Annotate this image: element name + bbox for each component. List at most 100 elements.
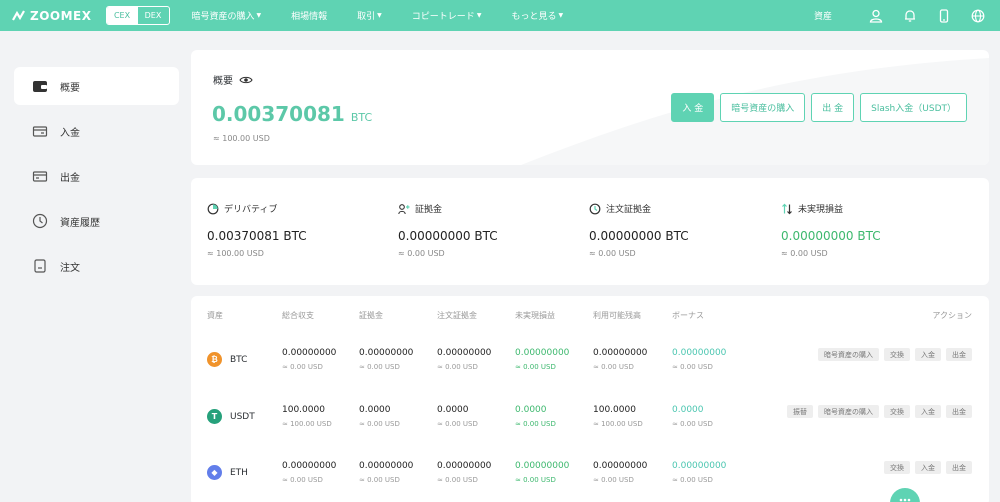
summary-usd: ≈ 0.00 USD bbox=[398, 249, 445, 258]
cell-value: 0.00000000 bbox=[515, 461, 570, 471]
brand-name: ZOOMEX bbox=[30, 8, 92, 23]
cell-usd: ≈ 0.00 USD bbox=[515, 476, 556, 484]
table-cell: 0.0000 ≈ 0.00 USD bbox=[515, 405, 556, 428]
clock-icon bbox=[32, 213, 48, 229]
wallet-icon bbox=[32, 78, 48, 94]
summary-value: 0.00000000 BTC bbox=[589, 229, 689, 243]
summary-value: 0.00000000 BTC bbox=[781, 229, 881, 243]
bell-icon[interactable] bbox=[902, 8, 918, 24]
pnl-icon bbox=[781, 203, 793, 215]
summary-label: 未実現損益 bbox=[781, 202, 971, 215]
dex-tab[interactable]: DEX bbox=[138, 7, 169, 24]
buy-crypto-button[interactable]: 暗号資産の購入 bbox=[720, 93, 806, 122]
cell-value: 0.0000 bbox=[437, 405, 469, 415]
deposit-button[interactable]: 入 金 bbox=[671, 93, 715, 122]
withdraw-icon bbox=[32, 168, 48, 184]
table-cell: 0.00000000 ≈ 0.00 USD bbox=[437, 348, 491, 371]
bitcoin-icon: ₿ bbox=[207, 352, 222, 367]
assets-link[interactable]: 資産 bbox=[814, 9, 832, 22]
table-cell: 0.00000000 ≈ 0.00 USD bbox=[282, 461, 336, 484]
main-nav: 暗号資産の購入 ▼ 相場情報 取引 ▼ コピートレード ▼ もっと見る ▼ bbox=[192, 9, 594, 22]
sidebar-item-label: 資産履歴 bbox=[60, 217, 100, 229]
cell-value: 0.00000000 bbox=[515, 348, 570, 358]
withdraw-button[interactable]: 出 金 bbox=[811, 93, 855, 122]
summary-label-text: デリバティブ bbox=[224, 205, 278, 215]
eye-icon[interactable] bbox=[239, 75, 253, 85]
zoomex-logo-icon bbox=[12, 9, 25, 21]
sidebar-item-1[interactable]: 入金 bbox=[14, 112, 179, 150]
logo[interactable]: ZOOMEX bbox=[12, 9, 92, 23]
row-action-button[interactable]: 入金 bbox=[915, 348, 941, 361]
cell-usd: ≈ 0.00 USD bbox=[437, 363, 478, 371]
table-header-6: ボーナス bbox=[672, 311, 704, 320]
user-icon[interactable] bbox=[868, 8, 884, 24]
row-action-button[interactable]: 交換 bbox=[884, 461, 910, 474]
sidebar-item-label: 出金 bbox=[60, 172, 80, 184]
coin-symbol: BTC bbox=[230, 354, 248, 365]
row-action-button[interactable]: 交換 bbox=[884, 405, 910, 418]
cell-usd: ≈ 100.00 USD bbox=[593, 420, 643, 428]
sidebar-item-label: 入金 bbox=[60, 127, 80, 139]
table-cell: 0.00000000 ≈ 0.00 USD bbox=[359, 348, 413, 371]
nav-item-label: もっと見る bbox=[511, 12, 557, 22]
summary-col-0: デリバティブ 0.00370081 BTC ≈ 100.00 USD bbox=[207, 202, 397, 258]
row-action-button[interactable]: 振替 bbox=[787, 405, 813, 418]
row-action-button[interactable]: 入金 bbox=[915, 461, 941, 474]
row-action-button[interactable]: 暗号資産の購入 bbox=[818, 348, 879, 361]
sidebar-item-label: 概要 bbox=[60, 82, 80, 94]
slash-deposit-button[interactable]: Slash入金（USDT） bbox=[860, 93, 967, 122]
row-action-button[interactable]: 出金 bbox=[946, 348, 972, 361]
caret-down-icon: ▼ bbox=[558, 12, 564, 19]
row-action-button[interactable]: 出金 bbox=[946, 405, 972, 418]
derivatives-icon bbox=[207, 203, 219, 215]
sidebar-item-4[interactable]: 注文 bbox=[14, 247, 179, 285]
nav-item-label: 暗号資産の購入 bbox=[191, 12, 255, 22]
summary-usd: ≈ 0.00 USD bbox=[781, 249, 828, 258]
row-actions: 暗号資産の購入 交換 入金 出金 bbox=[813, 348, 972, 361]
row-action-button[interactable]: 入金 bbox=[915, 405, 941, 418]
sidebar-item-label: 注文 bbox=[60, 262, 80, 274]
cell-usd: ≈ 0.00 USD bbox=[359, 420, 400, 428]
table-header-2: 証拠金 bbox=[359, 311, 383, 320]
summary-label: 証拠金 bbox=[398, 202, 588, 215]
row-action-button[interactable]: 交換 bbox=[884, 348, 910, 361]
nav-item-1[interactable]: 相場情報 bbox=[291, 9, 327, 22]
sidebar-item-3[interactable]: 資産履歴 bbox=[14, 202, 179, 240]
overview-actions: 入 金 暗号資産の購入 出 金 Slash入金（USDT） bbox=[665, 93, 967, 122]
sidebar-item-2[interactable]: 出金 bbox=[14, 157, 179, 195]
total-balance: 0.00370081 BTC bbox=[212, 102, 372, 126]
cell-usd: ≈ 100.00 USD bbox=[282, 420, 332, 428]
nav-item-label: 相場情報 bbox=[291, 12, 328, 22]
row-action-button[interactable]: 出金 bbox=[946, 461, 972, 474]
summary-label-text: 注文証拠金 bbox=[606, 205, 652, 215]
cex-dex-switch: CEX DEX bbox=[105, 6, 170, 25]
caret-down-icon: ▼ bbox=[377, 12, 382, 19]
sidebar-item-0[interactable]: 概要 bbox=[14, 67, 179, 105]
cell-value: 0.00000000 bbox=[359, 348, 414, 358]
overview-title-text: 概要 bbox=[213, 76, 233, 87]
cell-value: 0.00000000 bbox=[593, 461, 648, 471]
caret-down-icon: ▼ bbox=[476, 12, 482, 19]
phone-icon[interactable] bbox=[936, 8, 952, 24]
nav-item-3[interactable]: コピートレード ▼ bbox=[412, 9, 482, 22]
cell-value: 100.0000 bbox=[282, 405, 325, 415]
row-action-button[interactable]: 暗号資産の購入 bbox=[818, 405, 879, 418]
nav-item-0[interactable]: 暗号資産の購入 ▼ bbox=[192, 9, 262, 22]
cell-value: 0.00000000 bbox=[282, 461, 337, 471]
chat-icon bbox=[899, 498, 911, 502]
nav-item-4[interactable]: もっと見る ▼ bbox=[511, 9, 563, 22]
tether-icon: T bbox=[207, 409, 222, 424]
margin-icon bbox=[398, 203, 410, 215]
total-balance-value: 0.00370081 bbox=[212, 102, 345, 126]
globe-icon[interactable] bbox=[970, 8, 986, 24]
sidebar: 概要入金出金資産履歴注文 bbox=[14, 67, 179, 292]
overview-title: 概要 bbox=[213, 72, 253, 87]
table-cell: 100.0000 ≈ 100.00 USD bbox=[282, 405, 332, 428]
summary-usd: ≈ 0.00 USD bbox=[589, 249, 636, 258]
cex-tab[interactable]: CEX bbox=[106, 7, 138, 24]
table-cell: 0.00000000 ≈ 0.00 USD bbox=[672, 348, 726, 371]
nav-item-2[interactable]: 取引 ▼ bbox=[357, 9, 382, 22]
nav-item-label: コピートレード bbox=[411, 12, 475, 22]
summary-label: デリバティブ bbox=[207, 202, 397, 215]
table-header-5: 利用可能残高 bbox=[593, 311, 641, 320]
